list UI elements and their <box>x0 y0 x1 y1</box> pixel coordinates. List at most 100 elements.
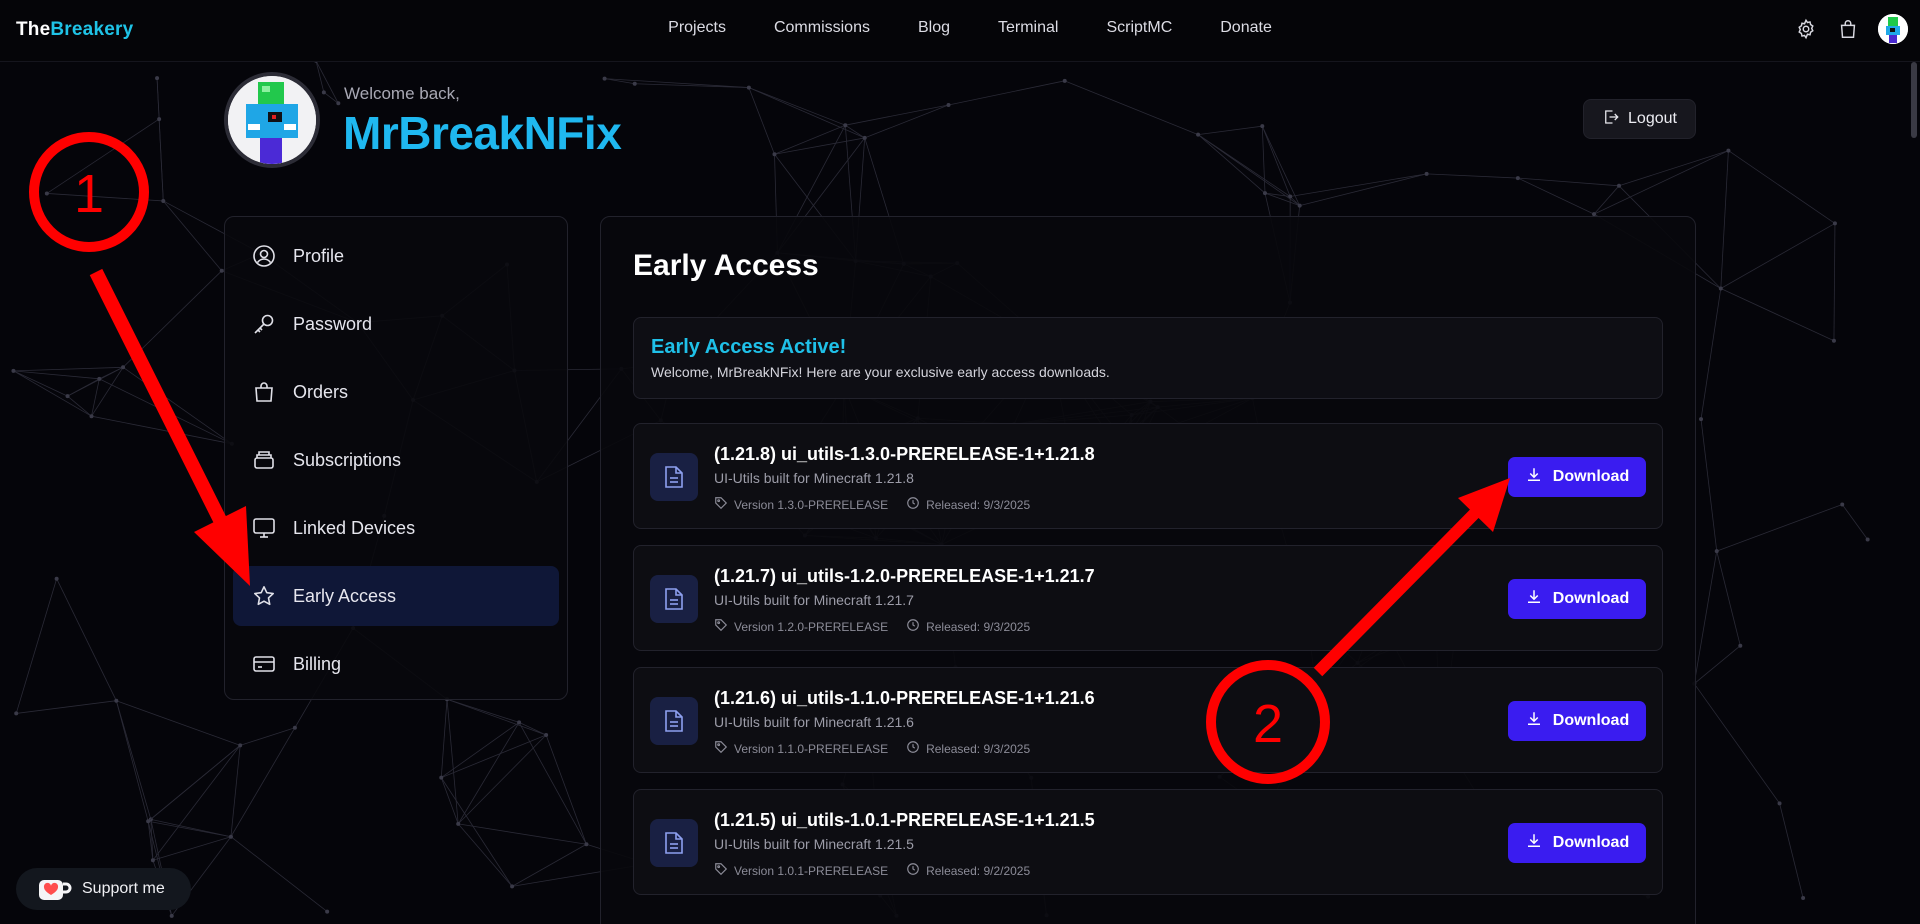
sidebar-item-linked-devices[interactable]: Linked Devices <box>233 498 559 558</box>
network-line <box>457 734 547 825</box>
file-icon <box>650 453 698 501</box>
network-line <box>115 700 152 820</box>
network-line <box>13 370 68 397</box>
network-node <box>632 81 637 86</box>
notice-text: Welcome, MrBreakNFix! Here are your excl… <box>651 364 1110 380</box>
sidebar-item-label: Linked Devices <box>293 517 416 538</box>
shopping-bag-icon[interactable] <box>1836 17 1860 41</box>
network-line <box>1593 150 1729 215</box>
network-node <box>1515 176 1520 181</box>
network-line <box>1299 173 1427 207</box>
network-line <box>16 700 117 714</box>
clock-icon <box>906 862 920 879</box>
network-line <box>13 366 124 372</box>
network-line <box>99 378 233 445</box>
welcome-text: Welcome back, <box>344 84 460 103</box>
tag-icon <box>714 740 728 757</box>
sidebar-item-orders[interactable]: Orders <box>233 362 559 422</box>
network-node <box>1831 338 1836 343</box>
download-icon <box>1525 832 1543 855</box>
nav-link-terminal[interactable]: Terminal <box>998 19 1058 37</box>
network-line <box>67 395 92 417</box>
download-label: Download <box>1552 468 1630 485</box>
nav-link-scriptmc[interactable]: ScriptMC <box>1106 19 1172 37</box>
network-line <box>748 87 775 155</box>
sidebar-item-password[interactable]: Password <box>233 294 559 354</box>
network-line <box>1290 173 1427 197</box>
top-navbar: TheBreakery Projects Commissions Blog Te… <box>0 0 1920 62</box>
nav-links: Projects Commissions Blog Terminal Scrip… <box>0 19 1920 37</box>
network-line <box>458 823 587 845</box>
network-node <box>544 733 549 738</box>
network-line <box>845 124 865 139</box>
logout-button[interactable]: Logout <box>1583 99 1696 139</box>
file-released: Released: 9/3/2025 <box>926 741 1031 756</box>
star-icon <box>251 583 277 609</box>
download-button[interactable]: Download <box>1508 701 1646 741</box>
sidebar-item-profile[interactable]: Profile <box>233 226 559 286</box>
download-button[interactable]: Download <box>1508 823 1646 863</box>
file-meta: Version 1.0.1-PRERELEASE Released: 9/2/2… <box>714 862 1030 879</box>
network-line <box>1517 177 1620 187</box>
early-access-panel: Early Access Early Access Active! Welcom… <box>600 216 1696 924</box>
network-node <box>325 909 330 914</box>
user-avatar[interactable] <box>1878 14 1908 44</box>
network-node <box>114 698 119 703</box>
network-line <box>1728 150 1836 224</box>
network-node <box>456 821 461 826</box>
network-line <box>441 722 520 778</box>
network-line <box>122 270 222 368</box>
sidebar-item-early-access[interactable]: Early Access <box>233 566 559 626</box>
network-node <box>44 191 49 196</box>
network-node <box>843 123 848 128</box>
network-node <box>1260 124 1265 129</box>
account-sidebar: Profile Password Orders Subscriptions Li… <box>224 216 568 700</box>
gear-icon[interactable] <box>1794 17 1818 41</box>
network-node <box>1801 895 1806 900</box>
coffee-cup-icon <box>36 874 72 904</box>
file-title: (1.21.7) ui_utils-1.2.0-PRERELEASE-1+1.2… <box>714 566 1095 586</box>
network-line <box>604 78 749 88</box>
network-line <box>1720 223 1836 289</box>
nav-link-blog[interactable]: Blog <box>918 19 950 37</box>
network-line <box>1426 173 1518 179</box>
download-label: Download <box>1552 712 1630 729</box>
network-line <box>91 415 232 445</box>
network-line <box>152 836 232 861</box>
username-heading: MrBreakNFix <box>343 107 622 159</box>
network-node <box>54 576 59 581</box>
network-line <box>1716 504 1843 552</box>
network-node <box>602 76 607 81</box>
support-me-button[interactable]: Support me <box>16 868 191 910</box>
file-icon <box>650 819 698 867</box>
network-line <box>56 578 117 701</box>
file-title: (1.21.5) ui_utils-1.0.1-PRERELEASE-1+1.2… <box>714 810 1095 830</box>
network-node <box>14 711 19 716</box>
network-line <box>748 87 865 139</box>
nav-link-donate[interactable]: Donate <box>1220 19 1272 37</box>
network-node <box>1196 132 1201 137</box>
network-node <box>584 842 589 847</box>
file-title: (1.21.8) ui_utils-1.3.0-PRERELEASE-1+1.2… <box>714 444 1095 464</box>
network-line <box>446 699 459 824</box>
file-icon <box>650 697 698 745</box>
scrollbar[interactable] <box>1911 62 1917 138</box>
network-node <box>292 725 297 730</box>
network-line <box>948 80 1065 106</box>
nav-link-commissions[interactable]: Commissions <box>774 19 870 37</box>
network-node <box>121 365 126 370</box>
download-button[interactable]: Download <box>1508 457 1646 497</box>
sidebar-item-label: Orders <box>293 381 349 402</box>
network-line <box>545 734 587 845</box>
network-line <box>1261 126 1291 197</box>
download-button[interactable]: Download <box>1508 579 1646 619</box>
file-released: Released: 9/3/2025 <box>926 619 1031 634</box>
sidebar-item-billing[interactable]: Billing <box>233 634 559 694</box>
nav-link-projects[interactable]: Projects <box>668 19 726 37</box>
network-line <box>67 378 100 397</box>
network-node <box>1726 148 1731 153</box>
sidebar-item-label: Early Access <box>293 585 397 606</box>
sidebar-item-subscriptions[interactable]: Subscriptions <box>233 430 559 490</box>
network-node <box>89 414 94 419</box>
network-line <box>240 727 296 746</box>
